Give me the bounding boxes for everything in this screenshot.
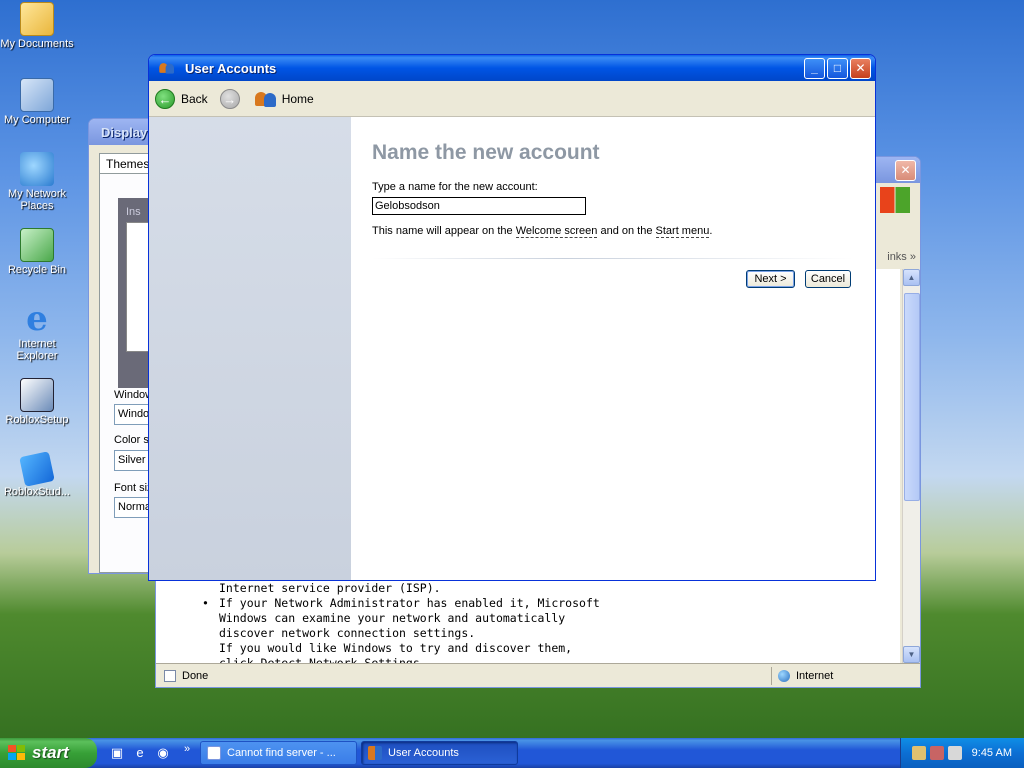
chevron-icon[interactable]: » — [178, 740, 196, 758]
close-button[interactable]: ✕ — [895, 159, 916, 181]
minimize-button[interactable]: _ — [804, 57, 825, 79]
tray-icon-2[interactable] — [929, 746, 944, 760]
windows-flag-icon — [8, 745, 26, 761]
desktop-icon-network-places[interactable]: My Network Places — [0, 152, 74, 212]
wizard-content: Name the new account Type a name for the… — [351, 117, 875, 580]
name-info-text: This name will appear on the Welcome scr… — [372, 225, 713, 238]
start-menu-link[interactable]: Start menu — [655, 225, 710, 238]
content-line: If you would like Windows to try and dis… — [219, 641, 573, 655]
home-button[interactable]: Home — [282, 92, 314, 106]
taskbar-item-label: User Accounts — [388, 747, 459, 759]
home-icon[interactable] — [254, 90, 278, 108]
forward-arrow-icon[interactable]: → — [219, 88, 240, 109]
tray-icon-1[interactable] — [911, 746, 926, 760]
desktop-icon-my-documents[interactable]: My Documents — [0, 2, 74, 50]
page-icon — [164, 669, 176, 682]
desktop-icon-label: My Documents — [0, 38, 74, 50]
user-accounts-icon — [368, 746, 382, 760]
navigation-toolbar: ← Back → Home — [149, 81, 875, 117]
desktop-icon-roblox-studio[interactable]: RobloxStud... — [0, 451, 74, 498]
tray-icon-3[interactable] — [947, 746, 962, 760]
globe-icon — [778, 669, 790, 682]
taskbar: start ▣ e ◉ » Cannot find server - ... U… — [0, 738, 1024, 768]
recycle-bin-icon — [20, 228, 54, 262]
windows-logo-icon — [880, 187, 910, 213]
page-title: Name the new account — [372, 141, 600, 164]
taskbar-item-user-accounts[interactable]: User Accounts — [361, 741, 518, 765]
desktop-icon-label: My Network Places — [7, 188, 67, 212]
name-prompt: Type a name for the new account: — [372, 181, 538, 193]
desktop-icon-label: Internet Explorer — [16, 338, 58, 362]
close-button[interactable]: ✕ — [850, 57, 871, 79]
window-title: User Accounts — [185, 60, 277, 76]
scroll-thumb[interactable] — [904, 293, 920, 501]
security-zone: Internet — [796, 669, 834, 682]
links-bar[interactable]: inks » — [887, 251, 916, 263]
ie-statusbar: Done Internet — [156, 663, 920, 687]
detect-network-link[interactable]: click Detect Network Settings — [219, 656, 420, 663]
back-button[interactable]: Back — [181, 92, 208, 106]
roblox-setup-icon — [20, 378, 54, 412]
desktop-icon-roblox-setup[interactable]: RobloxSetup — [0, 378, 74, 426]
internet-explorer-icon[interactable]: e — [131, 744, 149, 762]
scroll-up-button[interactable]: ▲ — [903, 269, 920, 286]
account-name-input[interactable] — [372, 197, 586, 215]
start-button[interactable]: start — [0, 738, 97, 768]
status-text: Done — [182, 669, 209, 682]
clock[interactable]: 9:45 AM — [972, 747, 1012, 759]
cancel-button[interactable]: Cancel — [805, 270, 851, 288]
network-places-icon — [20, 152, 54, 186]
my-documents-icon — [20, 2, 54, 36]
content-line: If your Network Administrator has enable… — [219, 596, 600, 610]
desktop-icon-label: RobloxStud... — [3, 486, 71, 498]
desktop-icon-my-computer[interactable]: My Computer — [0, 78, 74, 126]
taskbar-item-label: Cannot find server - ... — [227, 747, 336, 759]
content-line: Internet service provider (ISP). — [219, 581, 441, 595]
divider — [372, 258, 854, 259]
preview-label: Ins — [126, 206, 141, 218]
vertical-scrollbar[interactable]: ▲ ▼ — [902, 269, 920, 663]
desktop-icon-recycle-bin[interactable]: Recycle Bin — [0, 228, 74, 276]
next-button[interactable]: Next > — [746, 270, 795, 288]
content-line: Windows can examine your network and aut… — [219, 611, 566, 625]
content-line: discover network connection settings. — [219, 626, 476, 640]
desktop-icon-label: Recycle Bin — [7, 264, 67, 276]
task-sidepanel — [149, 117, 351, 580]
desktop-icon-label: My Computer — [3, 114, 71, 126]
my-computer-icon — [20, 78, 54, 112]
font-size-label: Font siz — [114, 482, 153, 494]
ie-page-icon — [207, 746, 221, 760]
media-player-icon[interactable]: ◉ — [154, 744, 172, 762]
start-label: start — [32, 743, 69, 762]
user-accounts-titlebar[interactable]: User Accounts _ □ ✕ — [149, 55, 875, 81]
back-arrow-icon[interactable]: ← — [155, 88, 175, 109]
taskbar-item-ie[interactable]: Cannot find server - ... — [200, 741, 357, 765]
bullet-icon: • — [202, 596, 209, 610]
internet-explorer-icon: e — [26, 299, 48, 339]
user-accounts-window[interactable]: User Accounts _ □ ✕ ← Back → Home Name t… — [148, 54, 876, 581]
roblox-studio-icon — [19, 451, 55, 487]
welcome-screen-link[interactable]: Welcome screen — [515, 225, 598, 238]
system-tray: 9:45 AM — [900, 738, 1024, 768]
user-accounts-icon — [159, 62, 176, 75]
maximize-button[interactable]: □ — [827, 57, 848, 79]
scroll-down-button[interactable]: ▼ — [903, 646, 920, 663]
desktop-icon-internet-explorer[interactable]: e Internet Explorer — [0, 302, 74, 362]
show-desktop-icon[interactable]: ▣ — [108, 744, 126, 762]
desktop-icon-label: RobloxSetup — [5, 414, 69, 426]
